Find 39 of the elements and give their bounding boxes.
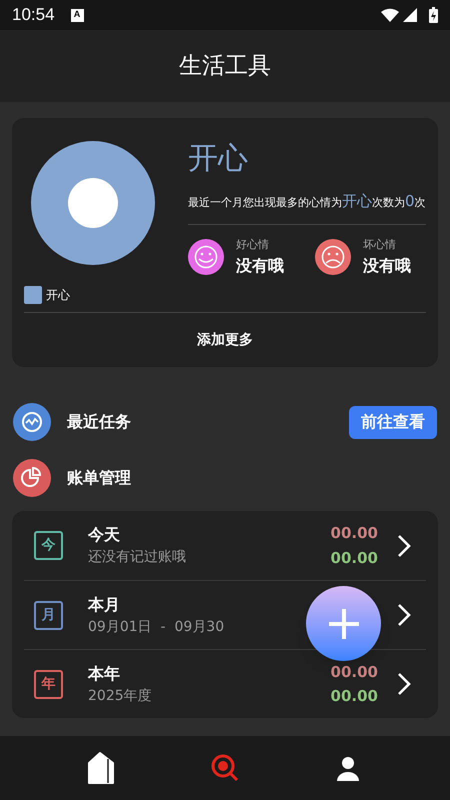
period-badge: 月 [34, 600, 63, 630]
mood-summary: 最近一个月您出现最多的心情为开心次数为0次 [188, 190, 426, 212]
view-button[interactable]: 前往查看 [349, 406, 437, 438]
pie-chart-icon [13, 459, 51, 497]
period-subtitle: 09月01日 - 09月30 [88, 618, 224, 636]
mood-label: 坏心情 [363, 237, 397, 253]
search-icon [210, 753, 240, 783]
chevron-right-icon [396, 532, 412, 558]
wifi-icon [381, 8, 399, 22]
period-title: 本年 [88, 662, 121, 684]
add-more-button[interactable]: 添加更多 [24, 313, 426, 367]
income-amount: 00.00 [330, 548, 378, 568]
mood-label: 好心情 [236, 237, 270, 253]
legend-label: 开心 [46, 287, 70, 304]
income-amount: 00.00 [330, 686, 378, 707]
period-subtitle: 2025年度 [88, 686, 152, 706]
expense-amount: 00.00 [330, 523, 378, 544]
shortcut-label: 账单管理 [67, 467, 132, 489]
period-title: 今天 [88, 524, 121, 546]
period-title: 本月 [88, 594, 121, 616]
signal-icon [403, 8, 417, 22]
top-mood: 开心 [188, 140, 249, 178]
period-subtitle: 还没有记过账哦 [88, 548, 186, 567]
expense-amount: 00.00 [330, 662, 378, 682]
status-time: 10:54 [12, 4, 55, 26]
shortcut-label: 最近任务 [67, 411, 132, 433]
period-badge: 年 [34, 670, 63, 698]
mood-value: 没有哦 [236, 254, 284, 276]
frown-icon [315, 239, 351, 276]
mood-value: 没有哦 [363, 254, 411, 276]
battery-icon [429, 7, 438, 23]
activity-icon [13, 403, 51, 441]
plus-icon [328, 608, 360, 640]
smiley-icon [188, 239, 224, 276]
notification-icon: A [70, 8, 84, 22]
chevron-right-icon [396, 671, 412, 697]
chevron-right-icon [396, 602, 412, 628]
page-title: 生活工具 [179, 52, 271, 81]
period-badge: 今 [34, 531, 63, 560]
